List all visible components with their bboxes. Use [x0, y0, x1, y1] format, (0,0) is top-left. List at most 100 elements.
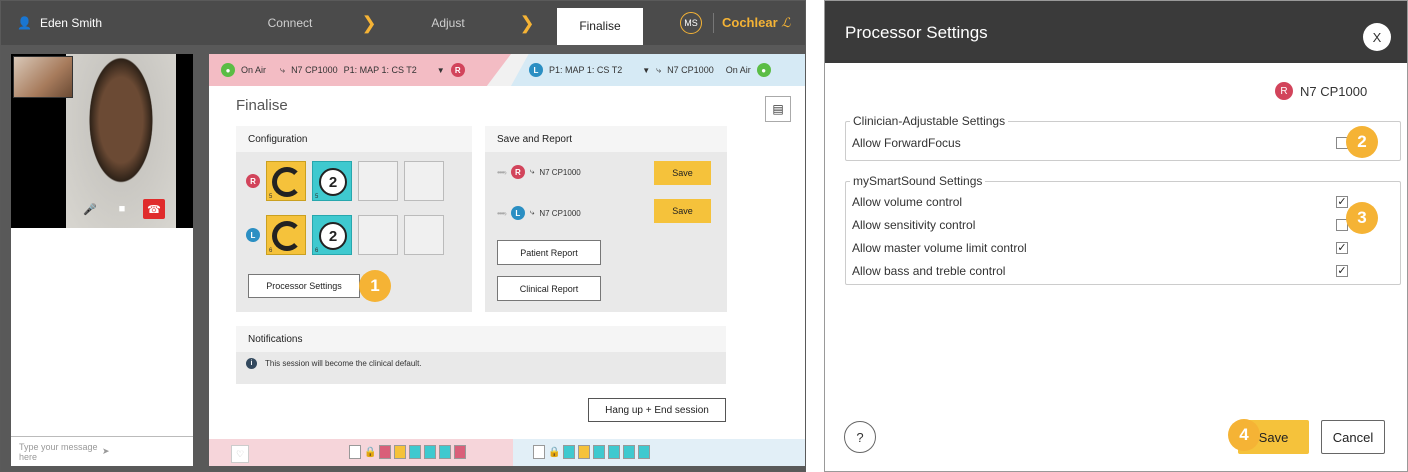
info-icon: i: [246, 358, 257, 369]
callout-marker: 1: [359, 270, 391, 302]
self-view-video[interactable]: [13, 56, 73, 98]
save-and-report-card: Save and Report ••••› R ⤷ N7 CP1000 Save…: [485, 126, 727, 312]
step-adjust[interactable]: Adjust: [399, 16, 497, 30]
send-icon[interactable]: ➤: [102, 446, 185, 457]
program-slot-icon[interactable]: [424, 445, 437, 459]
patient-report-button[interactable]: Patient Report: [497, 240, 601, 265]
right-ear-badge: R: [450, 63, 465, 77]
program-slot-icon[interactable]: [439, 445, 452, 459]
group-title: mySmartSound Settings: [850, 174, 986, 188]
user-area[interactable]: 👤 Eden Smith: [17, 1, 102, 45]
bell-icon[interactable]: ♡: [231, 445, 249, 463]
dropdown-caret-icon[interactable]: ▼: [437, 66, 445, 75]
empty-slot[interactable]: [358, 161, 398, 201]
processor-settings-button[interactable]: Processor Settings: [248, 274, 360, 298]
right-status[interactable]: ● On Air ⤷ N7 CP1000 P1: MAP 1: CS T2 ▼ …: [209, 54, 511, 86]
arrow-dots-icon: ••••›: [497, 208, 507, 218]
master-volume-limit-checkbox[interactable]: ✓: [1336, 242, 1348, 254]
coil-icon[interactable]: [379, 445, 392, 459]
document-icon[interactable]: ▤: [765, 96, 791, 122]
notifications-title: Notifications: [236, 326, 726, 352]
lock-icon[interactable]: 🔒: [548, 447, 560, 458]
mysmartsound-settings-group: mySmartSound Settings Allow volume contr…: [845, 174, 1401, 285]
program-slot-icon[interactable]: [593, 445, 606, 459]
program-tile[interactable]: 6: [266, 215, 306, 255]
volume-control-checkbox[interactable]: ✓: [1336, 196, 1348, 208]
processor-slot-icon[interactable]: [349, 445, 361, 459]
map-label: P1: MAP 1: CS T2: [549, 65, 623, 75]
step-connect[interactable]: Connect: [241, 16, 339, 30]
setting-label: Allow bass and treble control: [852, 264, 1006, 278]
processor-icon: ⤷: [529, 208, 535, 217]
program-slot-icon[interactable]: [578, 445, 591, 459]
device-name: N7 CP1000: [1300, 83, 1368, 99]
clinical-report-button[interactable]: Clinical Report: [497, 276, 601, 301]
processor-settings-dialog: Processor Settings X R N7 CP1000 Clinici…: [824, 0, 1408, 472]
processor-slot-icon[interactable]: [533, 445, 545, 459]
left-status[interactable]: L P1: MAP 1: CS T2 ▼ ⤷ N7 CP1000 On Air …: [511, 54, 805, 86]
callout-marker: 2: [1346, 126, 1378, 158]
accessory-icon[interactable]: [454, 445, 467, 459]
config-row-right: R 5 25: [246, 161, 444, 201]
dropdown-caret-icon[interactable]: ▼: [642, 66, 650, 75]
left-ear-badge: L: [529, 63, 543, 77]
program-slot-icon[interactable]: [623, 445, 636, 459]
left-device-controls: 🔒: [533, 445, 651, 459]
clinician-settings-group: Clinician-Adjustable Settings Allow Forw…: [845, 114, 1401, 161]
accessory-icon[interactable]: [638, 445, 651, 459]
program-slot-icon[interactable]: [394, 445, 407, 459]
program-tile[interactable]: 25: [312, 161, 352, 201]
coil-icon[interactable]: [563, 445, 576, 459]
program-tile[interactable]: 5: [266, 161, 306, 201]
right-device-strip: ♡ 🔒: [209, 439, 513, 466]
program-slot-icon[interactable]: [409, 445, 422, 459]
setting-label: Allow ForwardFocus: [852, 136, 961, 150]
setting-label: Allow sensitivity control: [852, 218, 976, 232]
bottom-toolbar: ♡ 🔒 🔒: [209, 439, 805, 466]
clinic-app-window: 👤 Eden Smith Connect ❯ Adjust ❯ Finalise…: [0, 0, 806, 472]
left-ear-badge: L: [510, 206, 525, 220]
bass-treble-checkbox[interactable]: ✓: [1336, 265, 1348, 277]
device-name: N7 CP1000: [539, 208, 581, 218]
mic-on-icon: ●: [756, 63, 771, 77]
right-ear-badge: R: [510, 165, 525, 179]
mic-on-icon: ●: [221, 63, 235, 77]
device-label: R N7 CP1000: [1275, 82, 1367, 100]
empty-slot[interactable]: [358, 215, 398, 255]
user-initials-badge[interactable]: MS: [680, 12, 702, 34]
program-slot-icon[interactable]: [608, 445, 621, 459]
empty-slot[interactable]: [404, 215, 444, 255]
chat-input[interactable]: Type your message here ➤: [11, 436, 193, 466]
lock-icon[interactable]: 🔒: [364, 447, 376, 458]
step-finalise[interactable]: Finalise: [557, 8, 643, 45]
hang-up-end-session-button[interactable]: Hang up + End session: [588, 398, 726, 422]
video-feed: 🎤 ■ ☎: [11, 54, 193, 228]
callout-marker: 3: [1346, 202, 1378, 234]
brand-logo: Cochlear ℒ: [722, 15, 791, 30]
status-strip: ● On Air ⤷ N7 CP1000 P1: MAP 1: CS T2 ▼ …: [209, 54, 805, 86]
microphone-icon[interactable]: 🎤: [79, 199, 101, 219]
top-bar: 👤 Eden Smith Connect ❯ Adjust ❯ Finalise…: [1, 1, 805, 45]
on-air-label: On Air: [241, 65, 267, 75]
close-button[interactable]: X: [1363, 23, 1391, 51]
cancel-button[interactable]: Cancel: [1321, 420, 1385, 454]
empty-slot[interactable]: [404, 161, 444, 201]
help-button[interactable]: ?: [844, 421, 876, 453]
program-tile[interactable]: 26: [312, 215, 352, 255]
save-left-button[interactable]: Save: [654, 199, 711, 223]
notifications-card: Notifications i This session will become…: [236, 326, 726, 384]
right-ear-badge: R: [1275, 82, 1293, 100]
save-right-button[interactable]: Save: [654, 161, 711, 185]
step-nav: Connect ❯ Adjust ❯ Finalise: [241, 1, 643, 45]
device-label: N7 CP1000: [667, 65, 714, 75]
camera-icon[interactable]: ■: [111, 199, 133, 219]
arrow-dots-icon: ••••›: [497, 167, 507, 177]
setting-label: Allow master volume limit control: [852, 241, 1027, 255]
user-name: Eden Smith: [39, 16, 102, 30]
config-row-left: L 6 26: [246, 215, 444, 255]
page-title: Finalise: [236, 97, 288, 114]
user-icon: 👤: [17, 16, 32, 30]
hang-up-icon[interactable]: ☎: [143, 199, 165, 219]
chevron-right-icon: ❯: [519, 12, 535, 33]
setting-label: Allow volume control: [852, 195, 963, 209]
